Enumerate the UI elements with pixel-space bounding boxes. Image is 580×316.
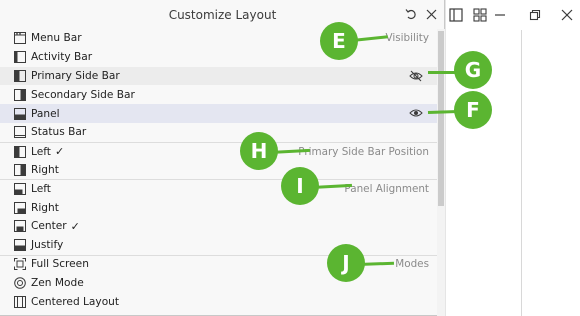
callout-badge-h: H (240, 132, 278, 170)
list-item-primary-side-bar[interactable]: Primary Side Bar (0, 66, 437, 86)
panel-align-right-icon (14, 201, 26, 214)
list-item-secondary-side-bar[interactable]: Secondary Side Bar (0, 85, 437, 104)
list-item-align-center[interactable]: Center ✓ (0, 217, 437, 236)
scrollbar-thumb[interactable] (438, 31, 444, 206)
list-item-status-bar[interactable]: Status Bar (0, 123, 437, 142)
list-item-align-left[interactable]: Left Panel Alignment (0, 179, 437, 198)
window-close-icon[interactable] (558, 6, 576, 24)
panel-align-left-icon (14, 183, 26, 196)
side-bar-right-icon (14, 163, 26, 176)
list-item-activity-bar[interactable]: Activity Bar (0, 48, 437, 67)
list-item-label: Justify (31, 239, 64, 252)
restore-icon[interactable] (526, 6, 544, 24)
list-item-label: Menu Bar (31, 32, 82, 45)
toggle-primary-sidebar-icon[interactable] (446, 5, 466, 25)
panel-align-center-icon (14, 220, 26, 233)
panel-title: Customize Layout (168, 8, 277, 22)
editor-divider (521, 30, 522, 316)
eye-icon[interactable] (409, 107, 423, 119)
list-item-align-right[interactable]: Right (0, 198, 437, 217)
list-item-position-left[interactable]: Left ✓ Primary Side Bar Position (0, 141, 437, 161)
list-item-label: Center (31, 220, 67, 233)
callout-badge-j: J (327, 244, 365, 282)
check-icon: ✓ (70, 219, 80, 233)
secondary-side-bar-icon (14, 88, 26, 101)
list-item-label: Full Screen (31, 258, 89, 271)
check-icon: ✓ (54, 145, 65, 159)
side-bar-left-icon (14, 145, 26, 158)
list-item-label: Status Bar (31, 126, 87, 139)
customize-layout-icon[interactable] (470, 5, 490, 25)
centered-layout-icon (14, 295, 26, 308)
list-item-label: Panel (31, 107, 60, 120)
list-item-align-justify[interactable]: Justify (0, 236, 437, 255)
list-item-label: Activity Bar (31, 51, 93, 64)
section-label-panel-alignment: Panel Alignment (344, 183, 429, 196)
undo-icon[interactable] (404, 7, 418, 21)
primary-side-bar-icon (14, 69, 26, 82)
activity-bar-icon (14, 51, 26, 64)
editor-area (445, 0, 580, 316)
callout-badge-f: F (454, 91, 492, 129)
list-item-label: Right (31, 163, 59, 176)
section-label-primary-side-bar-position: Primary Side Bar Position (298, 145, 429, 158)
list-item-label: Left (31, 145, 51, 158)
list-item-label: Primary Side Bar (31, 69, 120, 82)
list-item-label: Right (31, 201, 59, 214)
list-item-centered-layout[interactable]: Centered Layout (0, 292, 437, 311)
status-bar-icon (14, 126, 26, 139)
list-item-position-right[interactable]: Right (0, 161, 437, 180)
customize-layout-panel: Customize Layout Menu Bar Visibility Act… (0, 0, 445, 316)
callout-badge-e: E (320, 22, 358, 60)
menu-bar-icon (14, 32, 26, 45)
section-label-modes: Modes (395, 258, 429, 271)
minimize-icon[interactable] (491, 6, 509, 24)
list-item-label: Zen Mode (31, 276, 84, 289)
layout-options-list: Menu Bar Visibility Activity Bar Primary… (0, 29, 437, 316)
zen-mode-icon (14, 276, 26, 289)
eye-closed-icon[interactable] (409, 70, 423, 82)
callout-badge-i: I (281, 167, 319, 205)
callout-badge-g: G (454, 51, 492, 89)
panel-align-justify-icon (14, 239, 26, 252)
panel-icon (14, 107, 26, 120)
list-item-zen-mode[interactable]: Zen Mode (0, 273, 437, 292)
list-item-panel[interactable]: Panel (0, 104, 437, 123)
section-label-visibility: Visibility (385, 32, 429, 45)
list-item-label: Secondary Side Bar (31, 88, 135, 101)
list-item-label: Left (31, 183, 51, 196)
list-item-label: Centered Layout (31, 295, 120, 308)
close-icon[interactable] (424, 7, 438, 21)
full-screen-icon (14, 258, 26, 271)
